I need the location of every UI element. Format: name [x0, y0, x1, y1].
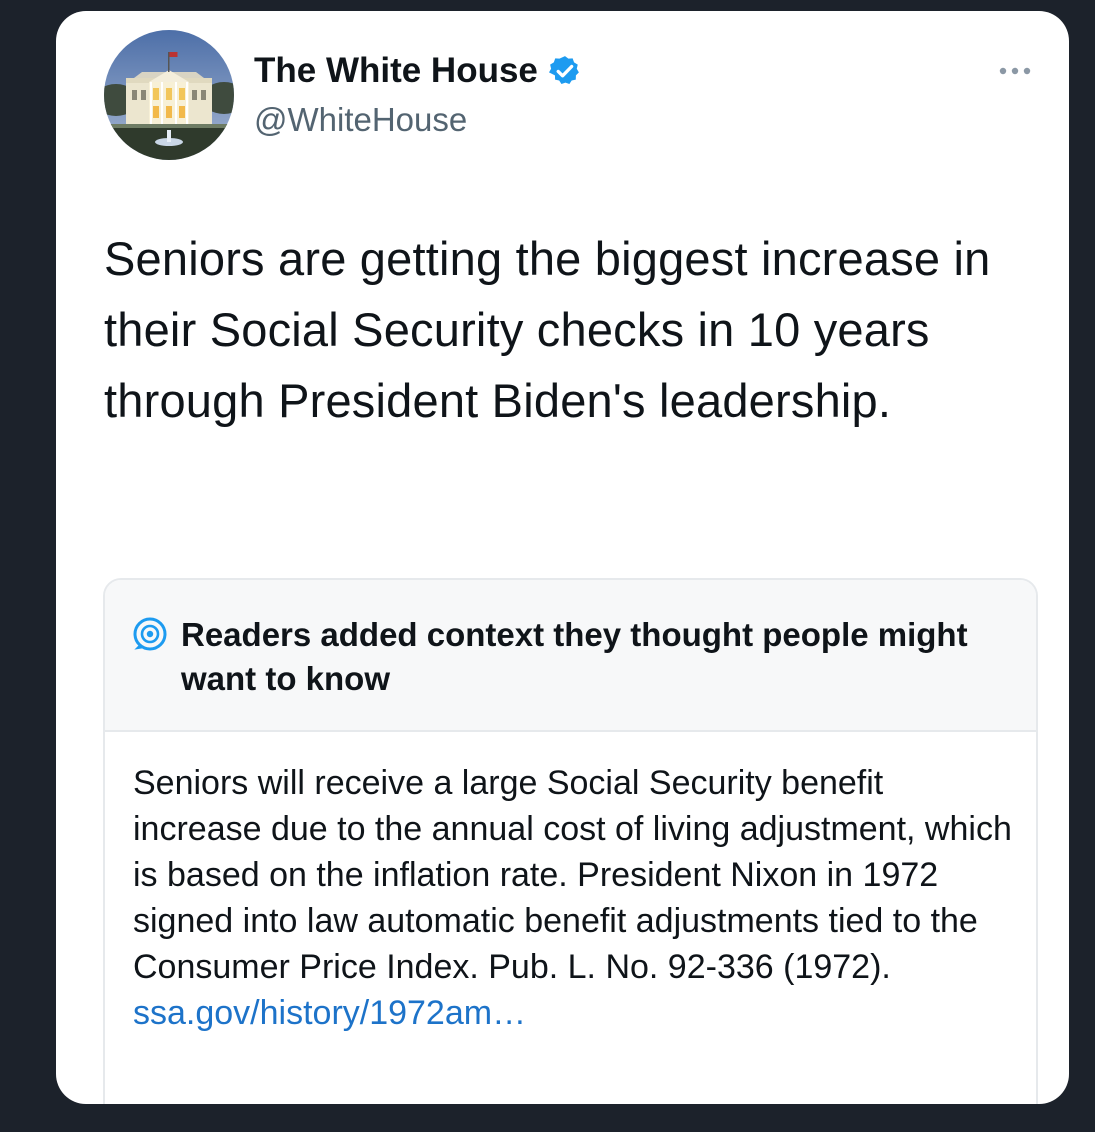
author-handle[interactable]: @WhiteHouse: [254, 101, 467, 139]
community-note-header: Readers added context they thought peopl…: [105, 580, 1036, 732]
community-note-body: Seniors will receive a large Social Secu…: [133, 760, 1013, 1036]
avatar[interactable]: [104, 30, 234, 160]
source-link[interactable]: ssa.gov/history/1972am…: [133, 990, 1013, 1036]
community-note: Readers added context they thought peopl…: [103, 578, 1038, 1104]
tweet-text: Seniors are getting the biggest increase…: [104, 232, 991, 427]
community-note-text: Seniors will receive a large Social Secu…: [133, 764, 1012, 986]
white-house-photo-icon: [104, 30, 234, 160]
verified-badge-icon: [548, 54, 582, 88]
author-name-row[interactable]: The White House: [254, 51, 582, 91]
community-notes-icon: [133, 617, 167, 651]
author-name[interactable]: The White House: [254, 51, 538, 91]
tweet-card: The White House @WhiteHouse Seniors are …: [56, 11, 1069, 1104]
more-options-icon[interactable]: [997, 61, 1033, 81]
community-note-title: Readers added context they thought peopl…: [181, 616, 968, 697]
